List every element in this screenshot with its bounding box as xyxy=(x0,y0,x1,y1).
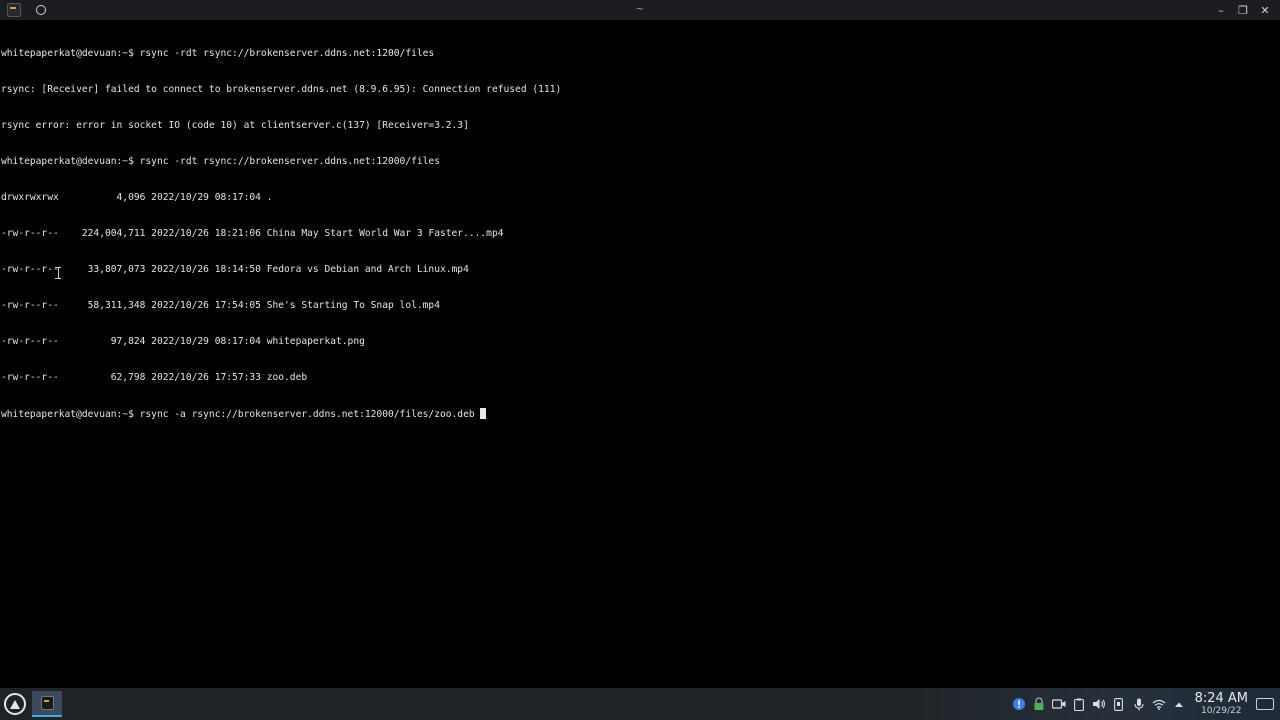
system-tray: 8:24 AM 10/29/22 xyxy=(1009,688,1280,720)
terminal-line: -rw-r--r-- 97,824 2022/10/29 08:17:04 wh… xyxy=(1,336,365,347)
show-desktop-icon[interactable] xyxy=(1256,698,1274,710)
mouse-ibeam-cursor-icon xyxy=(55,267,61,279)
terminal-app-icon[interactable] xyxy=(7,3,21,17)
text-cursor xyxy=(480,408,487,419)
terminal-icon xyxy=(40,696,54,710)
terminal-line: -rw-r--r-- 33,807,073 2022/10/26 18:14:5… xyxy=(1,264,469,275)
volume-icon[interactable] xyxy=(1089,694,1109,714)
close-button[interactable]: ✕ xyxy=(1254,0,1276,20)
terminal-line: rsync: [Receiver] failed to connect to b… xyxy=(1,84,562,95)
keep-above-icon[interactable] xyxy=(36,5,46,15)
prompt-command-text: whitepaperkat@devuan:~$ rsync -a rsync:/… xyxy=(1,409,481,420)
microphone-icon[interactable] xyxy=(1129,694,1149,714)
application-launcher-icon[interactable] xyxy=(4,693,26,715)
device-connect-icon[interactable] xyxy=(1109,694,1129,714)
terminal-output[interactable]: whitepaperkat@devuan:~$ rsync -rdt rsync… xyxy=(0,24,1280,688)
terminal-line: whitepaperkat@devuan:~$ rsync -rdt rsync… xyxy=(1,48,435,59)
clock-time: 8:24 AM xyxy=(1194,691,1248,706)
taskbar: 8:24 AM 10/29/22 xyxy=(0,688,1280,720)
tray-expand-arrow-icon[interactable] xyxy=(1169,694,1189,714)
clipboard-icon[interactable] xyxy=(1069,694,1089,714)
window-title: ~ xyxy=(635,4,645,15)
window-titlebar[interactable]: ~ – ❐ ✕ xyxy=(0,0,1280,20)
terminal-line: drwxrwxrwx 4,096 2022/10/29 08:17:04 . xyxy=(1,192,273,203)
clock-date: 10/29/22 xyxy=(1201,706,1242,716)
digital-clock[interactable]: 8:24 AM 10/29/22 xyxy=(1195,692,1248,716)
wifi-icon[interactable] xyxy=(1149,694,1169,714)
maximize-button[interactable]: ❐ xyxy=(1232,0,1254,20)
terminal-prompt-line[interactable]: whitepaperkat@devuan:~$ rsync -a rsync:/… xyxy=(0,408,1280,420)
terminal-line: whitepaperkat@devuan:~$ rsync -rdt rsync… xyxy=(1,156,440,167)
lock-icon[interactable] xyxy=(1029,694,1049,714)
notification-info-icon[interactable] xyxy=(1009,694,1029,714)
minimize-button[interactable]: – xyxy=(1210,0,1232,20)
taskbar-item-terminal[interactable] xyxy=(32,691,62,717)
terminal-line: -rw-r--r-- 224,004,711 2022/10/26 18:21:… xyxy=(1,228,504,239)
terminal-line: rsync error: error in socket IO (code 10… xyxy=(1,120,469,131)
terminal-line: -rw-r--r-- 62,798 2022/10/26 17:57:33 zo… xyxy=(1,372,308,383)
terminal-line: -rw-r--r-- 58,311,348 2022/10/26 17:54:0… xyxy=(1,300,440,311)
video-camera-icon[interactable] xyxy=(1049,694,1069,714)
